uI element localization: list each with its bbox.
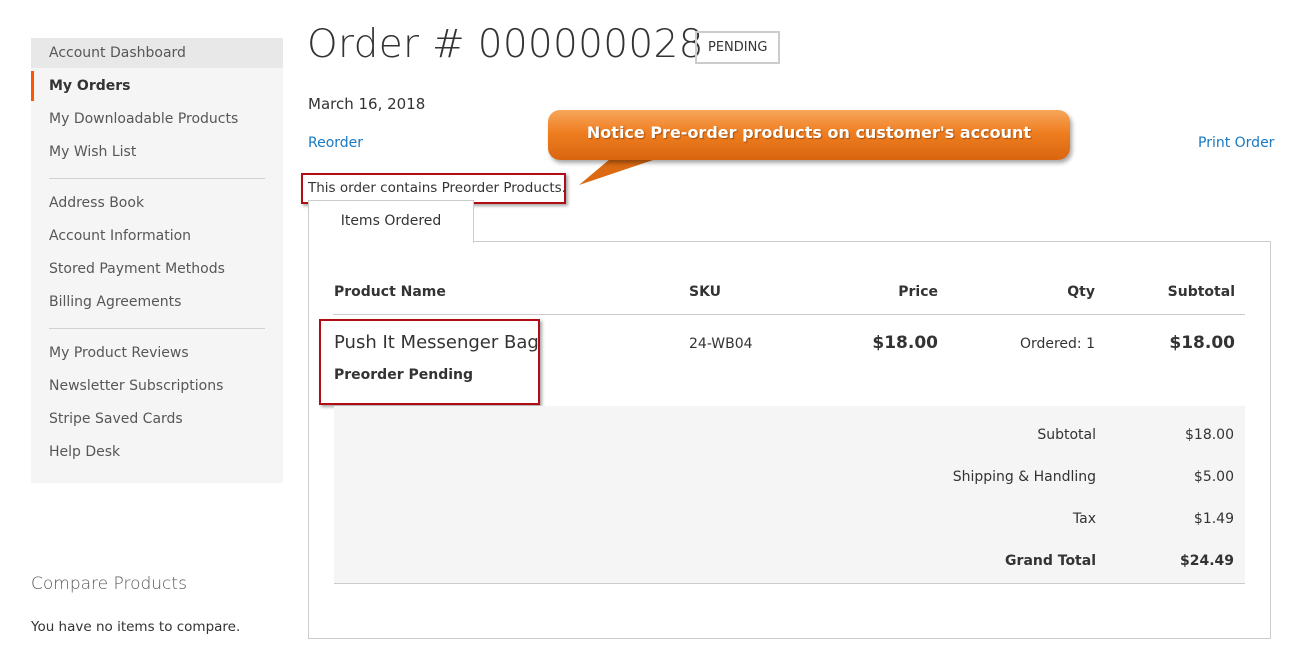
sidebar-item-my-downloadable-products[interactable]: My Downloadable Products	[31, 104, 283, 134]
page-title: Order # 000000028	[307, 22, 704, 67]
totals-grand-total-label: Grand Total	[1005, 553, 1096, 569]
totals-tax-label: Tax	[1072, 511, 1096, 527]
sidebar-item-billing-agreements[interactable]: Billing Agreements	[31, 287, 283, 317]
tab-items-ordered[interactable]: Items Ordered	[308, 200, 474, 243]
totals-grand-total-value: $24.49	[1179, 553, 1234, 569]
compare-products-title: Compare Products	[31, 574, 187, 594]
order-date: March 16, 2018	[308, 95, 426, 113]
order-status-badge: PENDING	[695, 31, 781, 64]
totals-shipping-label: Shipping & Handling	[952, 469, 1096, 485]
sidebar-item-stripe-saved-cards[interactable]: Stripe Saved Cards	[31, 404, 283, 434]
totals-subtotal-value: $18.00	[1185, 427, 1234, 443]
account-sidebar: Account Dashboard My Orders My Downloada…	[31, 38, 283, 483]
sidebar-item-help-desk[interactable]: Help Desk	[31, 437, 283, 467]
totals-subtotal-label: Subtotal	[1037, 427, 1096, 443]
compare-empty-message: You have no items to compare.	[31, 619, 241, 635]
totals-shipping-value: $5.00	[1193, 469, 1234, 485]
totals-tax-value: $1.49	[1193, 511, 1234, 527]
column-header-subtotal: Subtotal	[1167, 284, 1235, 300]
sidebar-item-my-orders[interactable]: My Orders	[31, 71, 283, 101]
column-header-price: Price	[898, 284, 938, 300]
sidebar-item-my-product-reviews[interactable]: My Product Reviews	[31, 338, 283, 368]
order-totals: Subtotal $18.00 Shipping & Handling $5.0…	[334, 406, 1245, 584]
sidebar-item-my-wish-list[interactable]: My Wish List	[31, 137, 283, 167]
product-subtotal: $18.00	[1169, 333, 1235, 353]
annotation-callout: Notice Pre-order products on customer's …	[548, 110, 1070, 185]
sidebar-item-newsletter-subscriptions[interactable]: Newsletter Subscriptions	[31, 371, 283, 401]
callout-pointer	[579, 159, 656, 185]
print-order-link[interactable]: Print Order	[1198, 135, 1274, 151]
sidebar-divider	[49, 178, 265, 179]
callout-text: Notice Pre-order products on customer's …	[586, 123, 1032, 142]
column-header-product-name: Product Name	[334, 284, 446, 300]
sidebar-item-account-information[interactable]: Account Information	[31, 221, 283, 251]
sidebar-item-account-dashboard[interactable]: Account Dashboard	[31, 38, 283, 68]
column-header-sku: SKU	[689, 284, 722, 300]
sidebar-divider	[49, 328, 265, 329]
column-header-qty: Qty	[1067, 284, 1095, 300]
product-highlight-box	[319, 319, 540, 405]
product-price: $18.00	[872, 333, 938, 353]
sidebar-item-address-book[interactable]: Address Book	[31, 188, 283, 218]
reorder-link[interactable]: Reorder	[308, 135, 363, 151]
sidebar-item-stored-payment-methods[interactable]: Stored Payment Methods	[31, 254, 283, 284]
table-header-divider	[333, 314, 1245, 315]
product-sku: 24-WB04	[689, 336, 753, 352]
product-qty: Ordered: 1	[1019, 336, 1095, 352]
